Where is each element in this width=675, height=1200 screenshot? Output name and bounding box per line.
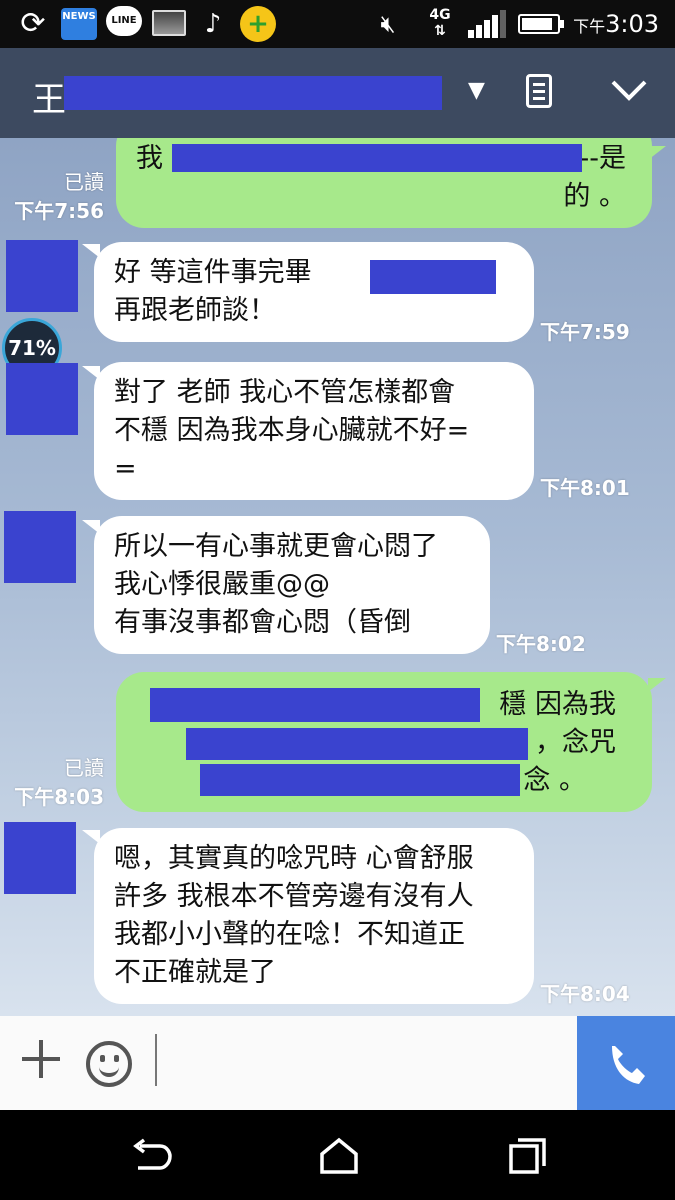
collapse-icon[interactable] <box>610 70 648 108</box>
add-attachment-button[interactable] <box>20 1038 62 1080</box>
message-incoming[interactable]: 所以一有心事就更會心悶了 我心悸很嚴重@@ 有事沒事都會心悶（昏倒 <box>94 516 490 654</box>
redaction <box>64 76 442 110</box>
read-receipt: 已讀 <box>64 170 104 194</box>
message-meta: 已讀 下午7:56 <box>10 166 104 224</box>
news-icon: NEWS <box>61 8 97 40</box>
mute-icon: 🔇︎ <box>380 10 396 38</box>
image-icon <box>152 10 186 36</box>
bubble-tail <box>648 678 666 692</box>
message-text: 對了 老師 我心不管怎樣都會 不穩 因為我本身心臟就不好= = <box>114 377 470 484</box>
message-text: 嗯，其實真的唸咒時 心會舒服 許多 我根本不管旁邊有沒有人 我都小小聲的在唸！不… <box>114 843 474 988</box>
message-meta: 已讀 下午8:03 <box>10 752 104 810</box>
avatar[interactable] <box>6 240 78 312</box>
phone-icon <box>612 1046 645 1084</box>
message-time: 下午8:03 <box>14 785 104 809</box>
clock: 下午3:03 <box>573 10 659 38</box>
chevron-down-icon[interactable]: ▼ <box>468 78 485 103</box>
avatar[interactable] <box>6 363 78 435</box>
notes-icon[interactable] <box>526 74 552 108</box>
redaction <box>186 728 528 760</box>
home-icon[interactable] <box>318 1136 360 1176</box>
emoji-icon[interactable] <box>86 1041 132 1087</box>
plus-app-icon: + <box>240 6 276 42</box>
message-incoming[interactable]: 嗯，其實真的唸咒時 心會舒服 許多 我根本不管旁邊有沒有人 我都小小聲的在唸！不… <box>94 828 534 1004</box>
system-nav-bar <box>0 1110 675 1200</box>
music-icon: ♪ <box>204 9 222 39</box>
avatar[interactable] <box>4 822 76 894</box>
message-time: 下午8:01 <box>540 476 630 500</box>
redaction <box>200 764 520 796</box>
recent-apps-icon[interactable] <box>508 1136 548 1176</box>
message-incoming[interactable]: 對了 老師 我心不管怎樣都會 不穩 因為我本身心臟就不好= = <box>94 362 534 500</box>
bubble-tail <box>648 146 666 160</box>
message-time: 下午7:56 <box>14 199 104 223</box>
redaction <box>172 144 582 172</box>
chat-header: 王 ▼ <box>0 48 675 138</box>
message-time: 下午8:04 <box>540 982 630 1006</box>
back-icon[interactable] <box>130 1138 174 1174</box>
message-input-bar <box>0 1016 675 1110</box>
message-input[interactable] <box>155 1034 157 1086</box>
message-text: 所以一有心事就更會心悶了 我心悸很嚴重@@ 有事沒事都會心悶（昏倒 <box>114 531 438 638</box>
chat-area[interactable]: 我 --是 的 。 已讀 下午7:56 好 等這件事完畢 再跟老師談！ 下午7:… <box>0 138 675 1016</box>
line-icon: LINE <box>106 6 142 36</box>
chat-title[interactable]: 王 <box>32 72 66 121</box>
status-bar: ⟳ NEWS LINE ♪ + 🔇︎ 4G ⇅ 下午3:03 <box>0 0 675 48</box>
message-time: 下午8:02 <box>496 632 586 656</box>
read-receipt: 已讀 <box>64 756 104 780</box>
network-type: 4G ⇅ <box>429 7 451 39</box>
battery-icon <box>518 14 564 34</box>
sync-icon: ⟳ <box>20 6 46 41</box>
redaction <box>150 688 480 722</box>
signal-icon <box>468 10 506 38</box>
redaction <box>370 260 496 294</box>
call-button[interactable] <box>577 1016 675 1110</box>
avatar[interactable] <box>4 511 76 583</box>
message-time: 下午7:59 <box>540 320 630 344</box>
